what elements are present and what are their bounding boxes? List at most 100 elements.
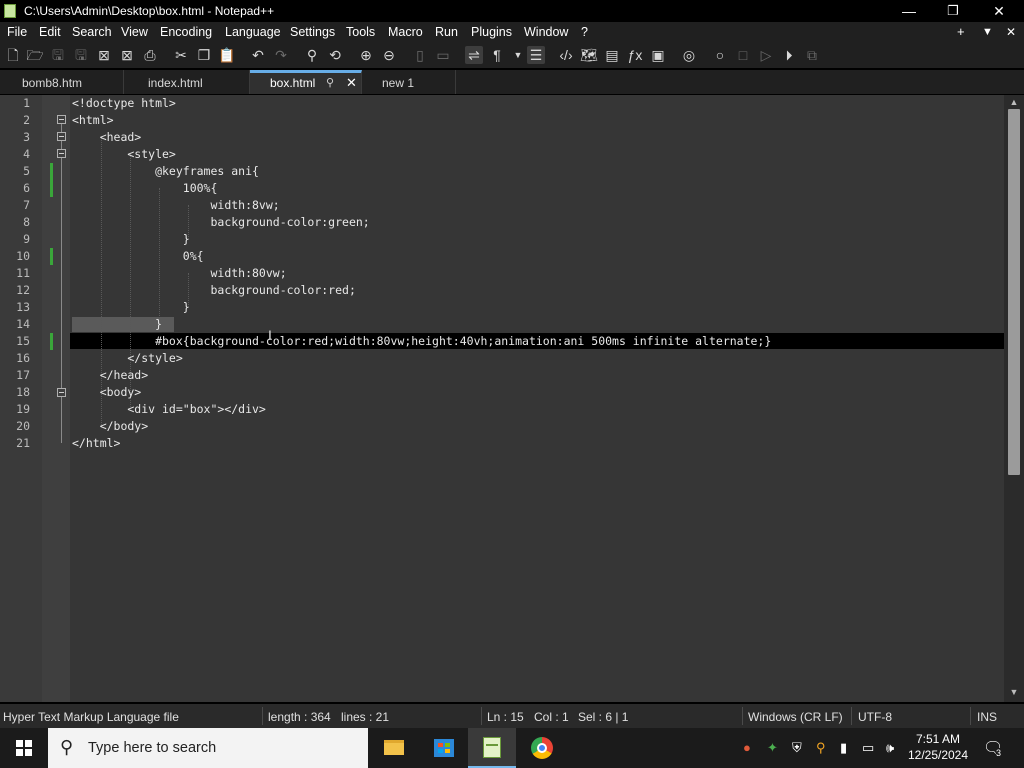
indent-guide-icon[interactable]: ☰ (527, 46, 545, 64)
minimize-button[interactable]: — (886, 0, 932, 22)
search-tool-tray-icon[interactable]: ⚲ (816, 740, 826, 756)
code-line[interactable]: </body> (72, 418, 148, 435)
close-all-icon[interactable]: ⊠ (118, 46, 136, 64)
save-icon[interactable]: 🖫 (49, 46, 67, 64)
security-shield-tray-icon[interactable]: ⛨ (792, 740, 802, 756)
code-line[interactable]: <html> (72, 112, 114, 129)
code-line[interactable]: } (72, 316, 162, 333)
code-line[interactable]: } (72, 299, 190, 316)
udl-icon[interactable]: ‹/› (557, 46, 575, 64)
fold-toggle-icon[interactable] (57, 115, 66, 124)
menu-view[interactable]: View (121, 25, 148, 39)
tab-new-1[interactable]: new 1 (362, 70, 456, 94)
print-icon[interactable]: ⎙ (141, 46, 159, 64)
network-tray-icon[interactable]: ▭ (862, 740, 874, 756)
code-line[interactable]: <head> (72, 129, 142, 146)
tab-list-dropdown-icon[interactable]: ▼ (982, 26, 993, 38)
restore-button[interactable]: ❐ (930, 0, 976, 22)
scroll-down-arrow-icon[interactable]: ▼ (1004, 687, 1024, 697)
save-macro-icon[interactable]: ⧉ (803, 46, 821, 64)
notepadpp-taskbar-icon[interactable] (468, 728, 516, 768)
code-line[interactable]: } (72, 231, 190, 248)
replace-icon[interactable]: ⟲ (326, 46, 344, 64)
taskbar-search-box[interactable]: ⚲ Type here to search (48, 728, 368, 768)
menu-language[interactable]: Language (225, 25, 281, 39)
fold-toggle-icon[interactable] (57, 388, 66, 397)
word-wrap-icon[interactable]: ⇌ (465, 46, 483, 64)
code-line[interactable]: width:80vw; (72, 265, 286, 282)
pin-icon[interactable]: ⚲ (326, 73, 334, 93)
document-list-icon[interactable]: ▤ (603, 46, 621, 64)
monitoring-icon[interactable]: ◎ (680, 46, 698, 64)
sync-vertical-icon[interactable]: ▯ (411, 46, 429, 64)
run-macro-multiple-icon[interactable]: ⏵ (780, 46, 798, 64)
network-share-tray-icon[interactable]: ✦ (767, 740, 778, 756)
new-tab-plus-icon[interactable]: + (957, 24, 965, 39)
fold-margin[interactable] (42, 95, 70, 702)
code-line[interactable]: background-color:red; (72, 282, 355, 299)
vertical-scrollbar[interactable]: ▲ ▼ (1004, 95, 1024, 702)
close-button[interactable]: ✕ (976, 0, 1022, 22)
menu-encoding[interactable]: Encoding (160, 25, 212, 39)
close-tab-icon[interactable]: ✕ (346, 73, 357, 93)
code-line[interactable]: width:8vw; (72, 197, 279, 214)
code-line[interactable]: 0%{ (72, 248, 204, 265)
code-line[interactable]: <div id="box"></div> (72, 401, 266, 418)
status-encoding[interactable]: UTF-8 (858, 710, 892, 724)
paste-icon[interactable]: 📋 (218, 46, 236, 64)
tab-bomb8[interactable]: bomb8.htm (0, 70, 124, 94)
menu-macro[interactable]: Macro (388, 25, 423, 39)
code-line[interactable]: <!doctype html> (72, 95, 176, 112)
menu-edit[interactable]: Edit (39, 25, 61, 39)
menu-help[interactable]: ? (581, 25, 588, 39)
code-line-current[interactable]: #box{background-color:red;width:80vw;hei… (72, 333, 771, 350)
fold-toggle-icon[interactable] (57, 132, 66, 141)
usb-device-tray-icon[interactable]: ▮ (840, 740, 847, 756)
playback-macro-icon[interactable]: ▷ (757, 46, 775, 64)
code-line[interactable]: </style> (72, 350, 182, 367)
show-all-characters-icon[interactable]: ¶ (488, 46, 506, 64)
close-tab-x-icon[interactable]: ✕ (1006, 25, 1016, 39)
zoom-out-icon[interactable]: ⊖ (380, 46, 398, 64)
code-line[interactable]: background-color:green; (72, 214, 369, 231)
start-button[interactable] (0, 728, 48, 768)
code-line[interactable]: 100%{ (72, 180, 218, 197)
record-macro-icon[interactable]: ○ (711, 46, 729, 64)
close-file-icon[interactable]: ⊠ (95, 46, 113, 64)
menu-tools[interactable]: Tools (346, 25, 375, 39)
code-line[interactable]: </html> (72, 435, 120, 452)
status-insert-mode[interactable]: INS (977, 710, 997, 724)
color-app-tray-icon[interactable]: ● (743, 740, 751, 755)
sync-horizontal-icon[interactable]: ▭ (434, 46, 452, 64)
copy-icon[interactable]: ❐ (195, 46, 213, 64)
cut-icon[interactable]: ✂ (172, 46, 190, 64)
find-icon[interactable]: ⚲ (303, 46, 321, 64)
volume-tray-icon[interactable]: 🕪 (886, 740, 894, 756)
stop-recording-icon[interactable]: □ (734, 46, 752, 64)
menu-plugins[interactable]: Plugins (471, 25, 512, 39)
show-symbols-dropdown-icon[interactable]: ▼ (509, 46, 527, 64)
chrome-taskbar-icon[interactable] (518, 728, 566, 768)
code-line[interactable]: <style> (72, 146, 175, 163)
clock[interactable]: 7:51 AM 12/25/2024 (906, 731, 970, 763)
undo-icon[interactable]: ↶ (249, 46, 267, 64)
function-list-icon[interactable]: ƒx (626, 46, 644, 64)
redo-icon[interactable]: ↷ (272, 46, 290, 64)
menu-window[interactable]: Window (524, 25, 568, 39)
microsoft-store-taskbar-icon[interactable] (420, 728, 468, 768)
tab-index[interactable]: index.html (124, 70, 250, 94)
save-all-icon[interactable]: 🖫 (72, 46, 90, 64)
menu-search[interactable]: Search (72, 25, 112, 39)
menu-settings[interactable]: Settings (290, 25, 335, 39)
code-line[interactable]: </head> (72, 367, 148, 384)
scroll-up-arrow-icon[interactable]: ▲ (1004, 97, 1024, 107)
status-eol[interactable]: Windows (CR LF) (748, 710, 843, 724)
scrollbar-thumb[interactable] (1008, 109, 1020, 475)
code-line[interactable]: @keyframes ani{ (72, 163, 259, 180)
new-file-icon[interactable]: 🗋 (4, 46, 22, 64)
zoom-in-icon[interactable]: ⊕ (357, 46, 375, 64)
menu-file[interactable]: File (7, 25, 27, 39)
editor-area[interactable]: 1 2 3 4 5 6 7 8 9 10 11 12 13 14 15 16 1… (0, 95, 1004, 702)
document-map-icon[interactable]: 🗺 (580, 46, 598, 64)
open-file-icon[interactable]: 🗁 (26, 46, 44, 64)
